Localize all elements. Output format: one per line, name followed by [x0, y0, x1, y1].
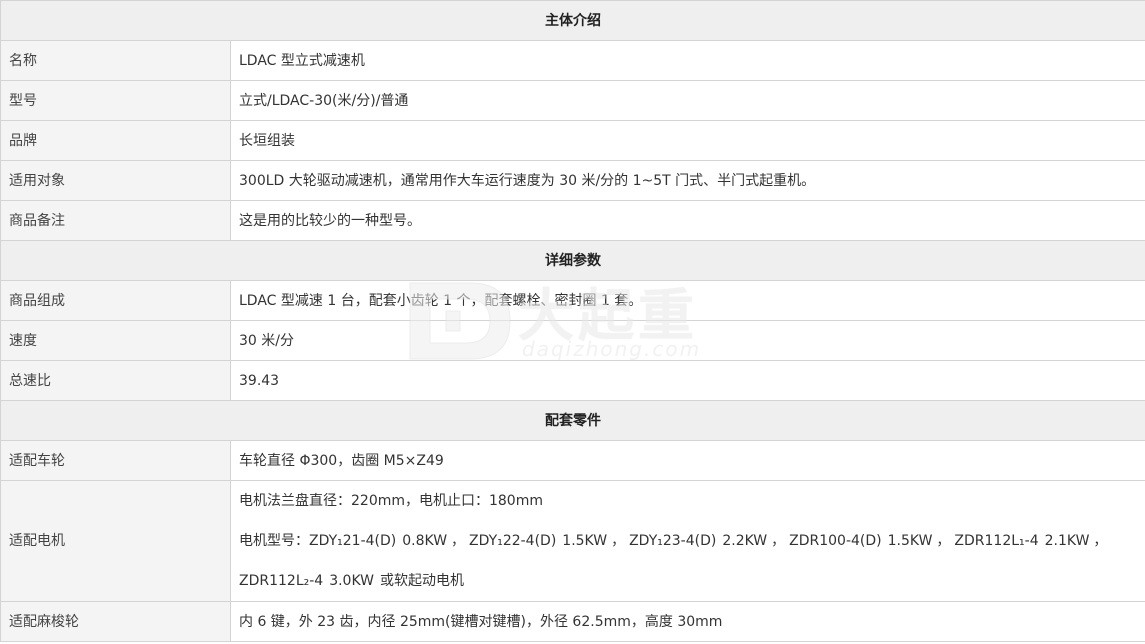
table-row: 商品备注 这是用的比较少的一种型号。 [0, 200, 1145, 241]
section-row-intro: 主体介绍 [0, 0, 1145, 41]
row-value-model: 立式/LDAC-30(米/分)/普通 [230, 80, 1145, 121]
motor-power: 1.5KW [562, 533, 608, 549]
motor-model: ZDR100-4(D) [789, 533, 882, 549]
row-value-ratio: 39.43 [230, 360, 1145, 401]
motor-power: 1.5KW [887, 533, 933, 549]
table-row: 适配麻梭轮 内 6 键，外 23 齿，内径 25mm(键槽对键槽)，外径 62.… [0, 601, 1145, 642]
spec-table: 主体介绍 名称 LDAC 型立式减速机 型号 立式/LDAC-30(米/分)/普… [0, 0, 1145, 642]
table-row: 商品组成 LDAC 型减速 1 台，配套小齿轮 1 个，配套螺栓、密封圈 1 套… [0, 280, 1145, 321]
motor-model: ZDY₁22-4(D) [469, 533, 557, 549]
table-row: 速度 30 米/分 [0, 320, 1145, 361]
section-row-details: 详细参数 [0, 240, 1145, 281]
row-label-remark: 商品备注 [0, 200, 231, 241]
motor-models-line-2: ZDR112L₂-4 3.0KW 或软起动电机 [239, 561, 1137, 601]
row-value-wheel: 车轮直径 Φ300，齿圈 M5×Z49 [230, 440, 1145, 481]
section-row-parts: 配套零件 [0, 400, 1145, 441]
row-value-brand: 长垣组装 [230, 120, 1145, 161]
row-value-composition: LDAC 型减速 1 台，配套小齿轮 1 个，配套螺栓、密封圈 1 套。 [230, 280, 1145, 321]
table-row: 适配电机 电机法兰盘直径：220mm，电机止口：180mm 电机型号：ZDY₁2… [0, 480, 1145, 602]
section-title-parts: 配套零件 [0, 400, 1145, 441]
row-label-wheel: 适配车轮 [0, 440, 231, 481]
motor-power: 0.8KW [402, 533, 448, 549]
row-value-motor: 电机法兰盘直径：220mm，电机止口：180mm 电机型号：ZDY₁21-4(D… [230, 480, 1145, 602]
motor-power: 2.1KW [1044, 533, 1090, 549]
spec-sheet: 主体介绍 名称 LDAC 型立式减速机 型号 立式/LDAC-30(米/分)/普… [0, 0, 1145, 644]
table-row: 适用对象 300LD 大轮驱动减速机，通常用作大车运行速度为 30 米/分的 1… [0, 160, 1145, 201]
section-title-details: 详细参数 [0, 240, 1145, 281]
motor-models-prefix: 电机型号： [239, 533, 309, 549]
row-label-target: 适用对象 [0, 160, 231, 201]
row-label-pulley: 适配麻梭轮 [0, 601, 231, 642]
table-row: 名称 LDAC 型立式减速机 [0, 40, 1145, 81]
row-value-pulley: 内 6 键，外 23 齿，内径 25mm(键槽对键槽)，外径 62.5mm，高度… [230, 601, 1145, 642]
row-label-brand: 品牌 [0, 120, 231, 161]
row-label-composition: 商品组成 [0, 280, 231, 321]
motor-alt-note: 或软起动电机 [380, 573, 464, 589]
motor-flange-line: 电机法兰盘直径：220mm，电机止口：180mm [239, 493, 543, 509]
table-row: 适配车轮 车轮直径 Φ300，齿圈 M5×Z49 [0, 440, 1145, 481]
table-row: 型号 立式/LDAC-30(米/分)/普通 [0, 80, 1145, 121]
motor-model: ZDR112L₂-4 [239, 573, 324, 589]
row-value-remark: 这是用的比较少的一种型号。 [230, 200, 1145, 241]
motor-model: ZDY₁23-4(D) [629, 533, 717, 549]
row-value-name: LDAC 型立式减速机 [230, 40, 1145, 81]
motor-model: ZDR112L₁-4 [954, 533, 1039, 549]
table-row: 品牌 长垣组装 [0, 120, 1145, 161]
row-label-name: 名称 [0, 40, 231, 81]
row-label-speed: 速度 [0, 320, 231, 361]
motor-separator: ， [611, 533, 626, 549]
motor-separator: ， [1093, 533, 1108, 549]
row-label-ratio: 总速比 [0, 360, 231, 401]
section-title-intro: 主体介绍 [0, 0, 1145, 41]
row-value-speed: 30 米/分 [230, 320, 1145, 361]
motor-models-line: 电机型号：ZDY₁21-4(D) 0.8KW， ZDY₁22-4(D) 1.5KW， Z… [239, 521, 1137, 561]
motor-separator: ， [936, 533, 951, 549]
motor-separator: ， [771, 533, 786, 549]
row-value-target: 300LD 大轮驱动减速机，通常用作大车运行速度为 30 米/分的 1~5T 门… [230, 160, 1145, 201]
motor-power: 3.0KW [329, 573, 374, 589]
motor-separator: ， [451, 533, 466, 549]
table-row: 总速比 39.43 [0, 360, 1145, 401]
row-label-motor: 适配电机 [0, 480, 231, 602]
motor-power: 2.2KW [722, 533, 768, 549]
motor-model: ZDY₁21-4(D) [309, 533, 397, 549]
row-label-model: 型号 [0, 80, 231, 121]
